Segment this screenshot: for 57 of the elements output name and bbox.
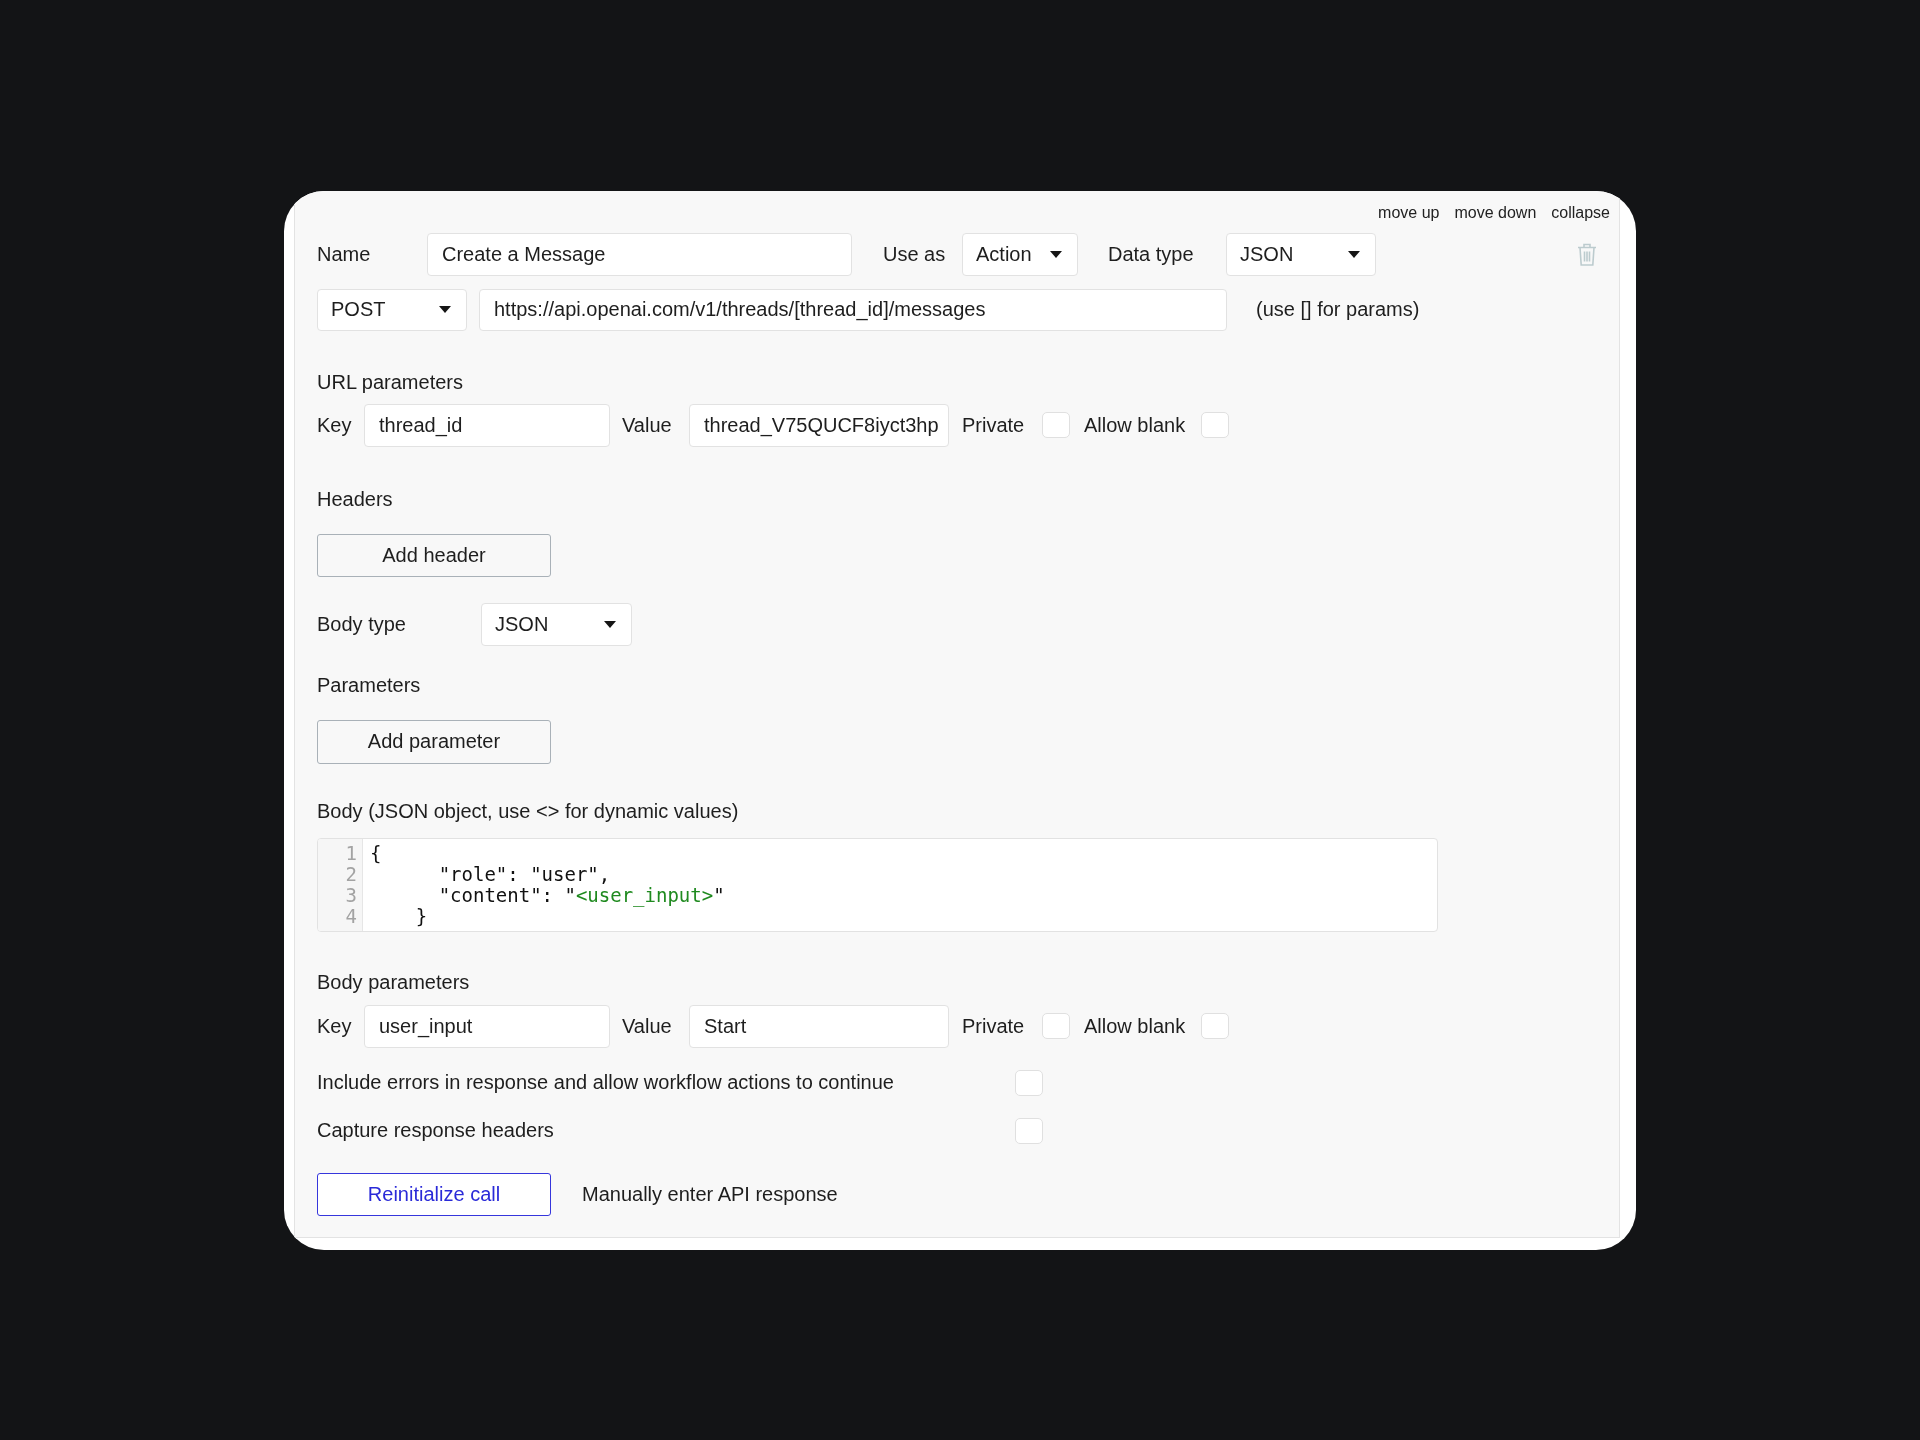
option-label: Include errors in response and allow workflow actions to continue — [317, 1071, 894, 1094]
panel-action-link[interactable]: collapse — [1551, 203, 1610, 222]
line-number: 2 — [345, 863, 358, 885]
panel-action-link[interactable]: move up — [1378, 203, 1440, 222]
field-label: Data type — [1108, 242, 1195, 266]
private-checkbox[interactable] — [1042, 412, 1070, 438]
add-header-button[interactable]: Add header — [317, 533, 551, 577]
field-label: Name — [317, 242, 372, 266]
trash-icon[interactable] — [1577, 242, 1597, 266]
name-field[interactable]: Create a Message — [427, 232, 852, 276]
field-label: Private — [962, 413, 1026, 437]
section-title: Body parameters — [317, 969, 470, 995]
option-checkbox[interactable] — [1015, 1117, 1043, 1144]
manual-response-link[interactable]: Manually enter API response — [582, 1182, 838, 1206]
field-label: Body type — [317, 612, 407, 636]
option-label: Capture response headers — [317, 1119, 554, 1142]
private-checkbox[interactable] — [1042, 1013, 1070, 1039]
allow-blank-checkbox[interactable] — [1201, 412, 1229, 438]
section-title: Headers — [317, 486, 393, 512]
key-field[interactable]: user_input — [364, 1004, 610, 1048]
code-line: } — [414, 905, 428, 927]
panel-action-link[interactable]: move down — [1454, 203, 1537, 222]
body-type-dropdown[interactable]: JSON — [481, 602, 632, 646]
line-number: 4 — [345, 905, 358, 927]
option-checkbox[interactable] — [1015, 1069, 1043, 1096]
section-title: Body (JSON object, use <> for dynamic values) — [317, 798, 739, 824]
value-field[interactable]: thread_V75QUCF8iyct3hp — [689, 403, 949, 447]
code-line: "role": "user", — [437, 863, 611, 885]
reinitialize-button[interactable]: Reinitialize call — [317, 1172, 551, 1216]
code-editor[interactable]: 1 2 3 4 { "role": "user", "content": "<user_input>" } — [317, 837, 1438, 932]
code-line: { — [370, 842, 382, 864]
add-parameter-button[interactable]: Add parameter — [317, 719, 551, 764]
use-as-dropdown[interactable]: Action — [962, 232, 1078, 276]
caret-icon — [439, 306, 451, 313]
field-label: Private — [962, 1014, 1026, 1038]
caret-icon — [1348, 250, 1360, 258]
line-number: 1 — [345, 842, 358, 864]
section-title: URL parameters — [317, 369, 463, 395]
field-label: Use as — [883, 242, 947, 266]
field-label: Value — [622, 413, 673, 437]
key-field[interactable]: thread_id — [364, 403, 610, 447]
line-number: 3 — [345, 884, 358, 906]
field-label: Key — [317, 413, 353, 437]
field-label: Allow blank — [1084, 413, 1187, 437]
field-label: Key — [317, 1014, 353, 1038]
field-label: Value — [622, 1014, 673, 1038]
url-hint: (use [] for params) — [1256, 298, 1420, 321]
section-title: Parameters — [317, 672, 421, 698]
data-type-dropdown[interactable]: JSON — [1226, 232, 1376, 276]
caret-icon — [1050, 250, 1062, 258]
code-line: "content": "<user_input>" — [437, 884, 725, 906]
allow-blank-checkbox[interactable] — [1201, 1013, 1229, 1039]
value-field[interactable]: Start — [689, 1004, 949, 1048]
caret-icon — [604, 620, 616, 628]
url-field[interactable]: https://api.openai.com/v1/threads/[thread_id]/messages — [479, 288, 1227, 331]
field-label: Allow blank — [1084, 1014, 1187, 1038]
method-dropdown[interactable]: POST — [317, 288, 467, 331]
